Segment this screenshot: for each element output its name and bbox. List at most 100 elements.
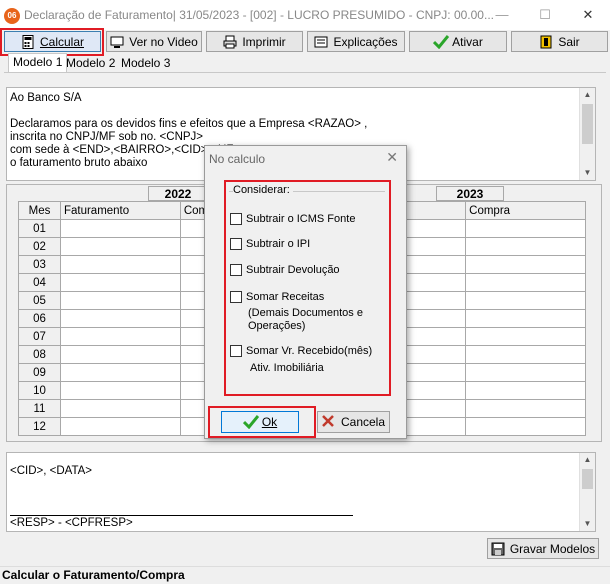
value-cell[interactable] bbox=[465, 219, 586, 238]
cancela-label: Cancela bbox=[340, 415, 386, 429]
gravar-modelos-button[interactable]: Gravar Modelos bbox=[487, 538, 599, 559]
group-title: Considerar: bbox=[233, 184, 293, 197]
value-cell[interactable] bbox=[465, 417, 586, 436]
tab-modelo-1[interactable]: Modelo 1 bbox=[8, 53, 68, 73]
value-cell[interactable] bbox=[59, 273, 181, 292]
calcular-label: Calcular bbox=[39, 34, 84, 49]
close-window-button[interactable]: ✕ bbox=[576, 4, 600, 26]
scroll-up-icon[interactable]: ▲ bbox=[580, 88, 595, 102]
save-disk-icon bbox=[491, 542, 505, 556]
cancel-x-icon bbox=[322, 415, 336, 429]
scroll-down-icon[interactable]: ▼ bbox=[580, 517, 595, 531]
value-cell[interactable] bbox=[465, 237, 586, 256]
subtrair-icms-label: Subtrair o ICMS Fonte bbox=[246, 213, 356, 225]
tab-modelo-2[interactable]: Modelo 2 bbox=[62, 55, 119, 72]
title-bar: 06 Declaração de Faturamento| 31/05/2023… bbox=[0, 0, 610, 30]
tab-modelo-3[interactable]: Modelo 3 bbox=[117, 55, 174, 72]
minimize-button[interactable]: — bbox=[490, 4, 514, 26]
month-cell: 12 bbox=[18, 417, 61, 436]
value-cell[interactable] bbox=[59, 309, 181, 328]
subtrair-ipi-checkbox[interactable] bbox=[230, 238, 242, 250]
imprimir-label: Imprimir bbox=[242, 34, 286, 49]
month-cell: 11 bbox=[18, 399, 61, 418]
sair-button[interactable]: Sair bbox=[511, 31, 608, 52]
somar-vr-recebido-checkbox[interactable] bbox=[230, 345, 242, 357]
subtrair-devolucao-checkbox[interactable] bbox=[230, 264, 242, 276]
calculator-icon bbox=[21, 34, 35, 49]
value-cell[interactable] bbox=[465, 309, 586, 328]
month-cell: 06 bbox=[18, 309, 61, 328]
header-faturamento: Faturamento bbox=[59, 201, 181, 220]
value-cell[interactable] bbox=[465, 255, 586, 274]
subtrair-devolucao-label: Subtrair Devolução bbox=[246, 264, 340, 276]
value-cell[interactable] bbox=[465, 381, 586, 400]
somar-receitas-label: Somar Receitas bbox=[246, 291, 325, 303]
month-cell: 10 bbox=[18, 381, 61, 400]
gravar-modelos-label: Gravar Modelos bbox=[509, 541, 596, 556]
explicacoes-button[interactable]: Explicações bbox=[307, 31, 405, 52]
header-mes: Mes bbox=[18, 201, 61, 220]
dialog-close-icon[interactable]: ✕ bbox=[386, 149, 398, 166]
value-cell[interactable] bbox=[59, 219, 181, 238]
value-cell[interactable] bbox=[59, 417, 181, 436]
value-cell[interactable] bbox=[465, 273, 586, 292]
ativar-button[interactable]: Ativar bbox=[409, 31, 507, 52]
dialog-title: No calculo bbox=[209, 152, 266, 166]
value-cell[interactable] bbox=[465, 363, 586, 382]
signature-line bbox=[10, 515, 353, 516]
value-cell[interactable] bbox=[59, 255, 181, 274]
check-icon bbox=[433, 34, 450, 49]
value-cell[interactable] bbox=[59, 399, 181, 418]
value-cell[interactable] bbox=[465, 327, 586, 346]
ativar-label: Ativar bbox=[452, 34, 483, 49]
value-cell[interactable] bbox=[465, 399, 586, 418]
window-title: Declaração de Faturamento| 31/05/2023 - … bbox=[24, 8, 494, 22]
printer-icon bbox=[223, 35, 237, 49]
somar-receitas-sub2: Operações) bbox=[248, 320, 306, 332]
value-cell[interactable] bbox=[59, 327, 181, 346]
letter-scrollbar[interactable]: ▲ ▼ bbox=[579, 88, 595, 180]
value-cell[interactable] bbox=[59, 291, 181, 310]
document-icon bbox=[314, 35, 328, 49]
somar-receitas-sub1: (Demais Documentos e bbox=[248, 307, 363, 319]
year-right-label: 2023 bbox=[436, 186, 504, 201]
value-cell[interactable] bbox=[59, 381, 181, 400]
month-cell: 05 bbox=[18, 291, 61, 310]
value-cell[interactable] bbox=[59, 237, 181, 256]
month-cell: 08 bbox=[18, 345, 61, 364]
somar-vr-recebido-label: Somar Vr. Recebido(mês) bbox=[246, 345, 373, 357]
check-icon bbox=[242, 415, 259, 430]
ok-label: Ok bbox=[261, 415, 278, 429]
month-cell: 01 bbox=[18, 219, 61, 238]
scroll-down-icon[interactable]: ▼ bbox=[580, 166, 595, 180]
imprimir-button[interactable]: Imprimir bbox=[206, 31, 303, 52]
month-cell: 07 bbox=[18, 327, 61, 346]
cancela-button[interactable]: Cancela bbox=[317, 411, 390, 433]
somar-vr-recebido-sub1: Ativ. Imobiliária bbox=[250, 362, 324, 374]
subtrair-ipi-label: Subtrair o IPI bbox=[246, 238, 311, 250]
maximize-button[interactable]: ☐ bbox=[533, 4, 557, 26]
scroll-thumb[interactable] bbox=[582, 104, 593, 144]
year-left-label: 2022 bbox=[148, 186, 208, 201]
footer-scrollbar[interactable]: ▲ ▼ bbox=[579, 453, 595, 531]
ok-button[interactable]: Ok bbox=[221, 411, 299, 433]
no-calculo-dialog: No calculo ✕ Considerar: Subtrair o ICMS… bbox=[204, 145, 407, 439]
footer-text-panel[interactable]: <CID>, <DATA> <RESP> - <CPFRESP> ▲ ▼ bbox=[6, 452, 596, 532]
value-cell[interactable] bbox=[59, 363, 181, 382]
tab-divider bbox=[4, 72, 606, 73]
video-icon bbox=[110, 35, 124, 49]
somar-receitas-checkbox[interactable] bbox=[230, 291, 242, 303]
value-cell[interactable] bbox=[59, 345, 181, 364]
ver-video-button[interactable]: Ver no Video bbox=[106, 31, 202, 52]
explicacoes-label: Explicações bbox=[333, 34, 398, 49]
calcular-button[interactable]: Calcular bbox=[4, 31, 101, 52]
value-cell[interactable] bbox=[465, 291, 586, 310]
app-icon: 06 bbox=[4, 8, 20, 24]
month-cell: 04 bbox=[18, 273, 61, 292]
scroll-up-icon[interactable]: ▲ bbox=[580, 453, 595, 467]
scroll-thumb[interactable] bbox=[582, 469, 593, 489]
month-cell: 09 bbox=[18, 363, 61, 382]
footer-text: <CID>, <DATA> bbox=[10, 465, 93, 477]
value-cell[interactable] bbox=[465, 345, 586, 364]
subtrair-icms-checkbox[interactable] bbox=[230, 213, 242, 225]
